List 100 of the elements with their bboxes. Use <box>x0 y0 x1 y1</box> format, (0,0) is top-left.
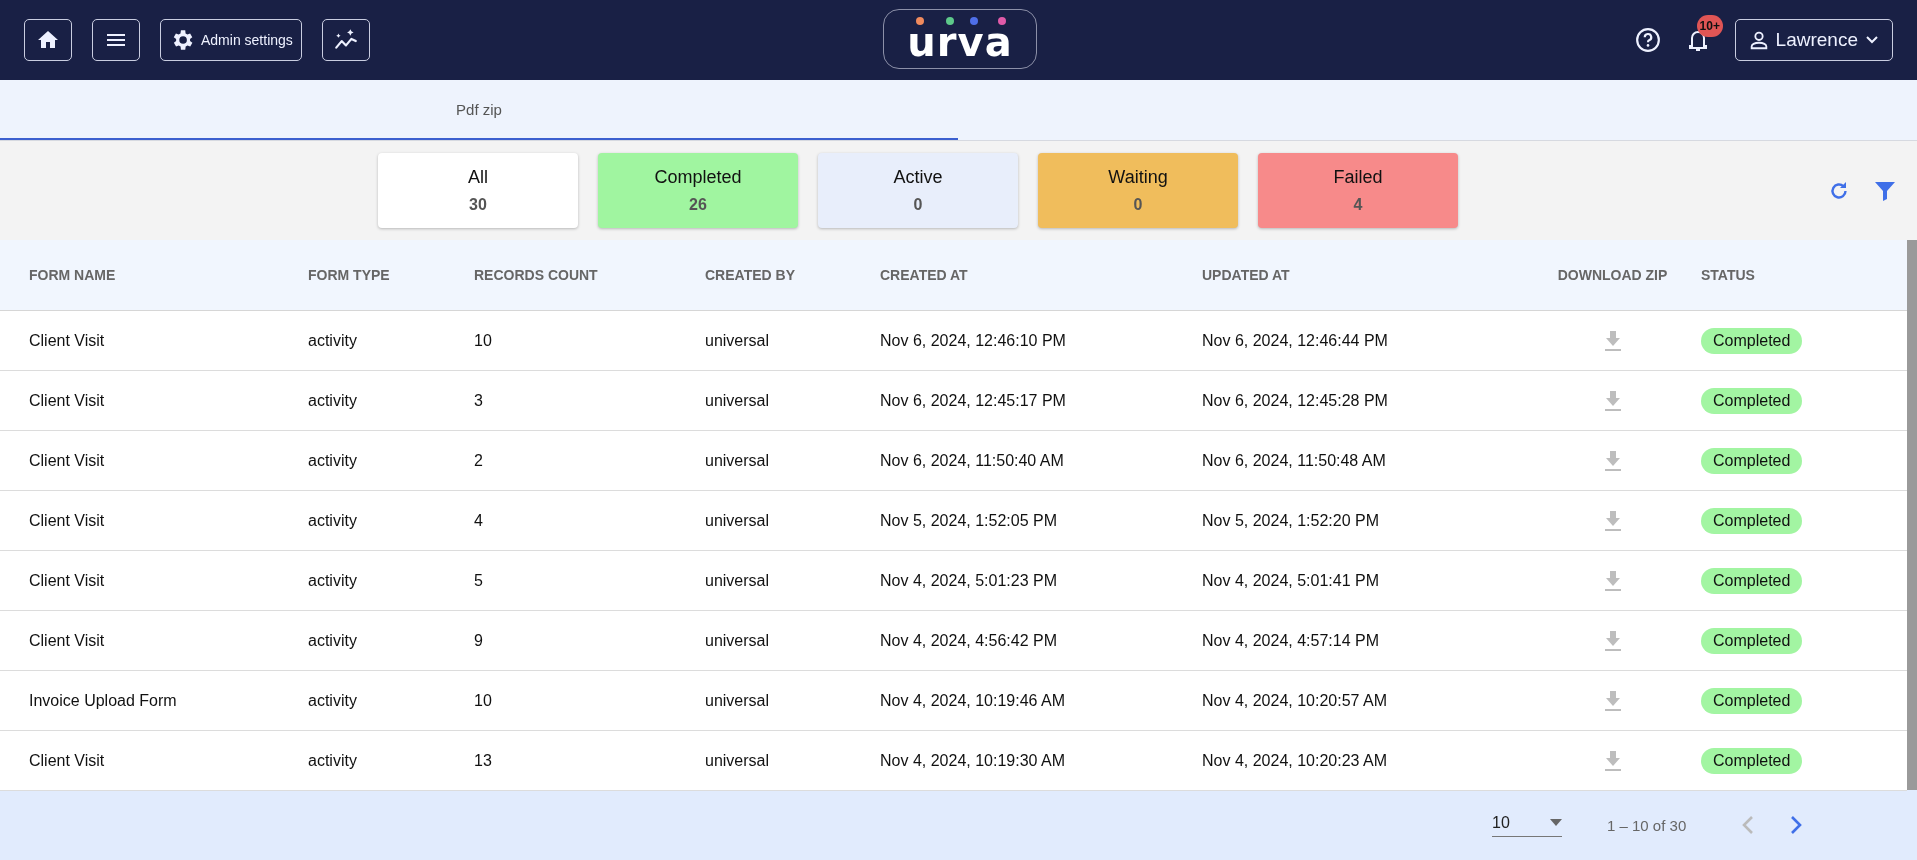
chevron-right-icon <box>1789 815 1804 835</box>
table-cell: Client Visit <box>0 370 308 431</box>
table-cell: activity <box>308 670 474 731</box>
status-filter-card[interactable]: Waiting 0 <box>1038 153 1238 228</box>
table-cell: universal <box>705 610 880 671</box>
help-button[interactable] <box>1634 27 1661 53</box>
table-cell: Nov 6, 2024, 12:46:44 PM <box>1202 310 1524 371</box>
table-cell: universal <box>705 430 880 491</box>
column-header: FORM NAME <box>0 240 308 311</box>
table-cell: Nov 5, 2024, 1:52:05 PM <box>880 490 1202 551</box>
user-menu-button[interactable]: Lawrence <box>1734 19 1893 61</box>
table-cell: Nov 4, 2024, 10:19:30 AM <box>880 730 1202 791</box>
table-cell: Nov 4, 2024, 10:20:57 AM <box>1202 670 1524 731</box>
download-icon[interactable] <box>1602 329 1623 352</box>
table-cell: Nov 5, 2024, 1:52:20 PM <box>1202 490 1524 551</box>
status-chip: Completed <box>1701 447 1803 474</box>
table-cell: Client Visit <box>0 430 308 491</box>
table-cell: Nov 4, 2024, 10:20:23 AM <box>1202 730 1524 791</box>
filter-count: 30 <box>469 196 487 214</box>
table-cell: universal <box>705 670 880 731</box>
scrollbar[interactable] <box>1907 240 1917 790</box>
table-cell: Client Visit <box>0 490 308 551</box>
filter-label: Waiting <box>1108 167 1168 188</box>
status-chip: Completed <box>1701 747 1803 774</box>
column-header: UPDATED AT <box>1202 240 1524 311</box>
table-cell: Client Visit <box>0 610 308 671</box>
column-header: CREATED BY <box>705 240 880 311</box>
logo: urva <box>907 21 1013 62</box>
table-cell: universal <box>705 490 880 551</box>
table-cell: 13 <box>474 730 705 791</box>
column-header: CREATED AT <box>880 240 1202 311</box>
table-cell: activity <box>308 730 474 791</box>
dropdown-arrow-icon <box>1550 819 1562 826</box>
status-chip: Completed <box>1701 327 1803 354</box>
filter-count: 0 <box>1133 196 1143 214</box>
table-cell: Nov 6, 2024, 12:45:17 PM <box>880 370 1202 431</box>
table-cell: Nov 6, 2024, 11:50:40 AM <box>880 430 1202 491</box>
download-icon[interactable] <box>1602 689 1623 712</box>
filter-count: 4 <box>1353 196 1363 214</box>
status-chip: Completed <box>1701 687 1803 714</box>
table-cell: Nov 4, 2024, 4:56:42 PM <box>880 610 1202 671</box>
status-filter-card[interactable]: Active 0 <box>818 153 1018 228</box>
table-cell: Nov 4, 2024, 5:01:41 PM <box>1202 550 1524 611</box>
download-icon[interactable] <box>1602 569 1623 592</box>
insights-button[interactable] <box>321 19 370 61</box>
download-icon[interactable] <box>1602 749 1623 772</box>
table-cell: activity <box>308 550 474 611</box>
table-cell: universal <box>705 730 880 791</box>
table-cell: Nov 6, 2024, 12:45:28 PM <box>1202 370 1524 431</box>
page-size-select[interactable]: 10 <box>1492 813 1562 837</box>
admin-settings-button[interactable]: Admin settings <box>160 19 302 61</box>
status-chip: Completed <box>1701 627 1803 654</box>
table-cell: 2 <box>474 430 705 491</box>
table-cell: 10 <box>474 310 705 371</box>
table-cell: activity <box>308 370 474 431</box>
download-icon[interactable] <box>1602 389 1623 412</box>
filter-label: Active <box>893 167 943 188</box>
status-chip: Completed <box>1701 567 1803 594</box>
home-button[interactable] <box>24 19 72 61</box>
table-cell: Nov 6, 2024, 12:46:10 PM <box>880 310 1202 371</box>
table-cell: Nov 6, 2024, 11:50:48 AM <box>1202 430 1524 491</box>
table-cell: Client Visit <box>0 550 308 611</box>
table-cell: Nov 4, 2024, 4:57:14 PM <box>1202 610 1524 671</box>
download-icon[interactable] <box>1602 509 1623 532</box>
status-chip: Completed <box>1701 507 1803 534</box>
table-cell: 10 <box>474 670 705 731</box>
column-header: RECORDS COUNT <box>474 240 705 311</box>
notification-count-badge: 10+ <box>1696 15 1723 37</box>
table-cell: Client Visit <box>0 310 308 371</box>
next-page-button[interactable] <box>1789 815 1804 835</box>
help-icon <box>1634 27 1661 53</box>
column-header: DOWNLOAD ZIP <box>1524 240 1701 311</box>
filter-label: Completed <box>654 167 742 188</box>
filter-count: 0 <box>913 196 923 214</box>
table-cell: activity <box>308 610 474 671</box>
status-filter-card[interactable]: Failed 4 <box>1258 153 1458 228</box>
table-cell: activity <box>308 430 474 491</box>
table-cell: 4 <box>474 490 705 551</box>
table-cell: universal <box>705 550 880 611</box>
chevron-left-icon <box>1741 815 1756 835</box>
table-cell: Nov 4, 2024, 10:19:46 AM <box>880 670 1202 731</box>
filter-label: Failed <box>1333 167 1383 188</box>
filter-count: 26 <box>689 196 707 214</box>
download-icon[interactable] <box>1602 629 1623 652</box>
page-range: 1 – 10 of 30 <box>1607 816 1687 834</box>
table-cell: universal <box>705 310 880 371</box>
table-cell: activity <box>308 310 474 371</box>
status-filter-card[interactable]: All 30 <box>378 153 578 228</box>
table-cell: 5 <box>474 550 705 611</box>
table-cell: Nov 4, 2024, 5:01:23 PM <box>880 550 1202 611</box>
menu-button[interactable] <box>92 19 140 61</box>
table-cell: Client Visit <box>0 730 308 791</box>
status-chip: Completed <box>1701 387 1803 414</box>
table-cell: universal <box>705 370 880 431</box>
download-icon[interactable] <box>1602 449 1623 472</box>
table-cell: activity <box>308 490 474 551</box>
column-header: STATUS <box>1701 240 1907 311</box>
status-filter-card[interactable]: Completed 26 <box>598 153 798 228</box>
column-header: FORM TYPE <box>308 240 474 311</box>
filter-label: All <box>468 167 488 188</box>
